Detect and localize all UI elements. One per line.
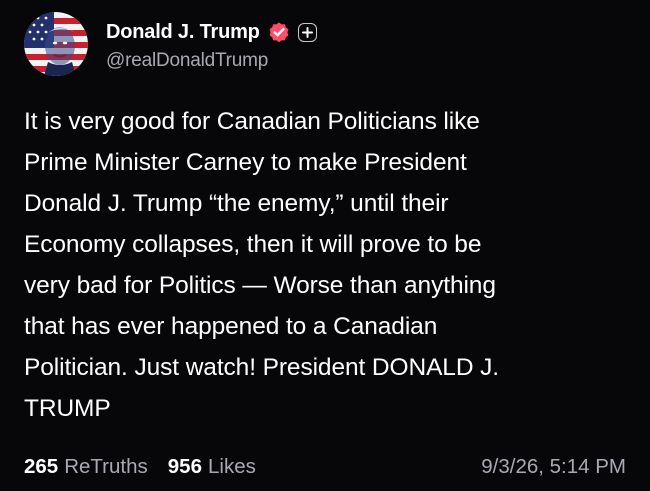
likes-stat[interactable]: 956 Likes: [168, 455, 256, 479]
post-stats: 265 ReTruths 956 Likes: [24, 455, 256, 479]
author-name-row: Donald J. Trump: [106, 19, 317, 45]
likes-label: Likes: [207, 455, 256, 478]
avatar[interactable]: [24, 12, 88, 76]
plus-icon: [301, 26, 313, 38]
retruths-label: ReTruths: [64, 455, 148, 478]
author-display-name[interactable]: Donald J. Trump: [106, 21, 260, 44]
author-handle[interactable]: @realDonaldTrump: [106, 50, 268, 72]
truth-post: Donald J. Trump @realDonaldTrump It is v…: [0, 0, 650, 491]
flag-portrait-avatar-icon: [24, 12, 88, 76]
likes-count: 956: [167, 455, 202, 478]
retruths-stat[interactable]: 265 ReTruths: [24, 455, 148, 479]
post-text: It is very good for Canadian Politicians…: [24, 108, 499, 422]
verified-badge-icon: [269, 22, 289, 43]
follow-button[interactable]: [297, 22, 317, 42]
retruths-count: 265: [24, 455, 59, 478]
post-timestamp[interactable]: 9/3/26, 5:14 PM: [481, 455, 626, 479]
